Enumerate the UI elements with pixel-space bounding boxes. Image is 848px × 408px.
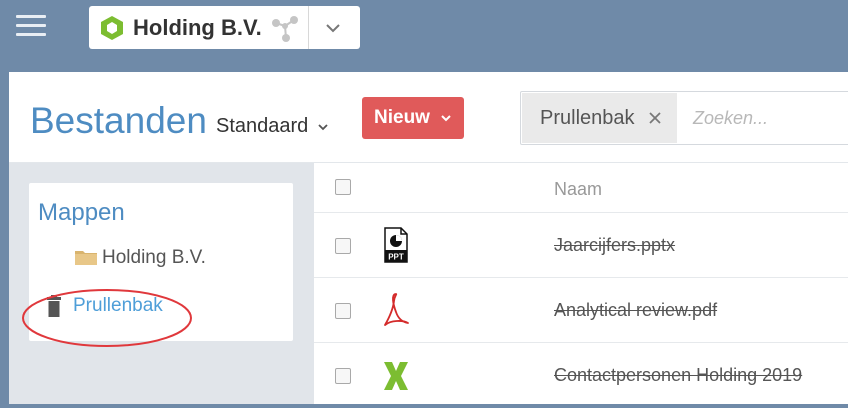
search-box[interactable]: Prullenbak Zoeken... xyxy=(520,91,848,145)
chevron-down-icon xyxy=(318,124,328,130)
folder-label: Holding B.V. xyxy=(102,247,206,268)
top-bar: Holding B.V. xyxy=(0,0,848,72)
organization-selector[interactable]: Holding B.V. xyxy=(89,6,360,49)
table-header: Naam xyxy=(314,163,848,213)
search-input[interactable]: Zoeken... xyxy=(693,107,768,129)
table-row: Analytical review.pdf xyxy=(314,278,848,343)
divider xyxy=(308,6,309,49)
row-checkbox[interactable] xyxy=(335,368,351,384)
file-list: Naam PPT Jaarcijfers.pptx Analytical rev… xyxy=(314,163,848,404)
ppt-file-icon: PPT xyxy=(384,227,408,263)
hexagon-logo-icon xyxy=(101,16,123,40)
filter-chip: Prullenbak xyxy=(522,93,677,143)
column-header-name: Naam xyxy=(554,179,603,199)
file-name[interactable]: Contactpersonen Holding 2019 xyxy=(554,364,802,386)
new-button-label: Nieuw xyxy=(374,107,430,128)
new-button[interactable]: Nieuw xyxy=(362,97,464,139)
sidebar: Mappen Holding B.V. Prullenbak xyxy=(9,163,314,404)
trash-label: Prullenbak xyxy=(73,295,163,316)
pdf-file-icon xyxy=(384,293,409,326)
svg-text:PPT: PPT xyxy=(388,253,404,262)
view-selector[interactable]: Standaard xyxy=(216,114,329,138)
excel-file-icon xyxy=(384,362,408,390)
folders-title: Mappen xyxy=(38,199,125,226)
filter-chip-label: Prullenbak xyxy=(540,107,635,129)
select-all-checkbox[interactable] xyxy=(335,179,351,195)
close-icon[interactable] xyxy=(647,110,663,126)
row-checkbox[interactable] xyxy=(335,303,351,319)
folder-icon xyxy=(75,251,97,265)
chevron-down-icon[interactable] xyxy=(321,18,345,38)
row-checkbox[interactable] xyxy=(335,238,351,254)
files-panel: Bestanden Standaard Nieuw Prullenbak Zoe… xyxy=(9,72,848,404)
page-title: Bestanden xyxy=(30,100,207,141)
trash-icon xyxy=(47,295,61,317)
folders-card: Mappen Holding B.V. Prullenbak xyxy=(29,183,293,341)
network-icon[interactable] xyxy=(269,12,301,44)
table-row: Contactpersonen Holding 2019 xyxy=(314,343,848,408)
hamburger-menu-icon[interactable] xyxy=(16,15,46,37)
table-row: PPT Jaarcijfers.pptx xyxy=(314,213,848,278)
organization-name: Holding B.V. xyxy=(133,15,262,40)
file-name[interactable]: Analytical review.pdf xyxy=(554,299,717,321)
chevron-down-icon xyxy=(441,115,451,122)
file-name[interactable]: Jaarcijfers.pptx xyxy=(554,234,675,256)
view-selector-label: Standaard xyxy=(216,115,309,137)
